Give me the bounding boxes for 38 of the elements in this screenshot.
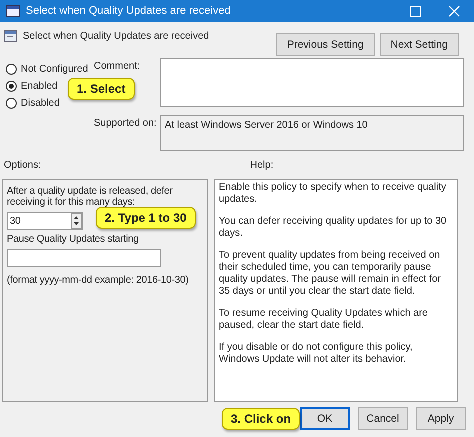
comment-label: Comment: — [94, 60, 142, 72]
radio-label[interactable]: Enabled — [21, 81, 58, 92]
policy-window-icon — [6, 5, 20, 17]
format-hint: (format yyyy-mm-dd example: 2016-10-30) — [7, 275, 190, 286]
help-label: Help: — [250, 160, 274, 173]
window-title: Select when Quality Updates are received — [26, 5, 231, 17]
supported-on-label: Supported on: — [94, 116, 158, 128]
policy-title: Select when Quality Updates are received — [23, 30, 210, 42]
maximize-icon[interactable] — [410, 6, 421, 16]
setting-nav-button[interactable]: Previous Setting — [276, 33, 375, 56]
help-paragraph: Enable this policy to specify when to receive quality updates. — [219, 182, 448, 206]
callout: 2. Type 1 to 30 — [96, 207, 196, 229]
callout: 1. Select — [68, 78, 135, 100]
radio-button[interactable] — [6, 64, 17, 75]
help-paragraph: You can defer receiving quality updates for up to 30 days. — [219, 216, 448, 240]
radio-label[interactable]: Not Configured — [21, 64, 88, 75]
callout: 3. Click on — [222, 408, 300, 430]
defer-days-value: 30 — [10, 216, 21, 226]
comment-field[interactable] — [160, 58, 464, 107]
dialog-button[interactable]: Apply — [416, 407, 466, 430]
help-paragraph: If you disable or do not configure this policy, Windows Update will not alter its behavior. — [219, 342, 414, 366]
options-label: Options: — [4, 160, 42, 173]
radio-label[interactable]: Disabled — [21, 98, 60, 109]
supported-on-value: At least Windows Server 2016 or Windows 10 — [165, 120, 368, 130]
pause-label: Pause Quality Updates starting — [7, 234, 140, 245]
spinner-arrows-icon[interactable] — [71, 213, 82, 229]
dialog-button[interactable]: Cancel — [358, 407, 408, 430]
dialog-button[interactable]: OK — [300, 407, 350, 430]
policy-icon — [4, 30, 17, 42]
setting-nav-button[interactable]: Next Setting — [380, 33, 459, 56]
defer-days-label: After a quality update is released, defer receiving it for this many days: — [7, 186, 174, 208]
help-paragraph: To prevent quality updates from being received on their scheduled time, you can temporarily pause quality updates. The pause will remain in effect for 35 days or until you clear the start date field. — [219, 250, 442, 298]
defer-days-field[interactable]: 30 — [7, 212, 83, 230]
radio-button[interactable] — [6, 98, 17, 109]
close-icon[interactable] — [449, 6, 460, 16]
help-paragraph: To resume receiving Quality Updates which are paused, clear the start date field. — [219, 308, 429, 332]
radio-button[interactable] — [6, 81, 17, 92]
pause-date-field[interactable] — [7, 249, 161, 267]
